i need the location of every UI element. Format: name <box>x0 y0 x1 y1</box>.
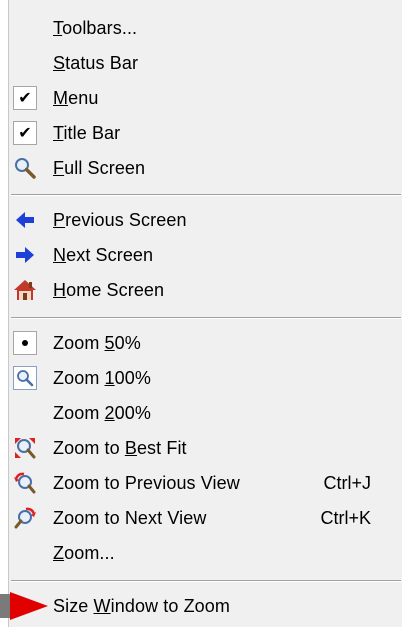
shortcut-label: Ctrl+K <box>320 508 371 528</box>
pointer-arrow-icon <box>0 590 52 622</box>
menu-item-home-screen[interactable]: Home Screen <box>9 274 402 306</box>
menu-item-zoom-previous-view[interactable]: Zoom to Previous View Ctrl+J <box>9 467 402 499</box>
menu-item-label: Home Screen <box>53 280 165 300</box>
menu-item-label: Zoom 200% <box>53 403 151 423</box>
view-menu: Toolbars... Status Bar ✔ Menu ✔ Title Ba… <box>8 0 402 627</box>
best-fit-icon <box>13 436 37 460</box>
checkmark-icon: ✔ <box>13 121 37 145</box>
menu-item-label: Full Screen <box>53 158 146 178</box>
menu-separator <box>11 317 401 319</box>
zoom-previous-view-icon <box>13 471 37 495</box>
menu-item-label: Zoom... <box>53 543 115 563</box>
menu-item-label: Title Bar <box>53 123 121 143</box>
menu-item-size-window-to-zoom[interactable]: Size Window to Zoom <box>9 590 402 622</box>
menu-item-zoom-next-view[interactable]: Zoom to Next View Ctrl+K <box>9 502 402 534</box>
menu-item-label: Zoom to Next View <box>53 508 207 528</box>
menu-item-label: Previous Screen <box>53 210 187 230</box>
menu-separator <box>11 580 401 582</box>
menu-item-toolbars[interactable]: Toolbars... <box>9 12 402 44</box>
menu-item-label: Zoom to Previous View <box>53 473 240 493</box>
menu-item-label: Zoom 50% <box>53 333 141 353</box>
menu-item-menu[interactable]: ✔ Menu <box>9 82 402 114</box>
menu-item-label: Menu <box>53 88 99 108</box>
menu-separator <box>11 194 401 196</box>
menu-item-label: Next Screen <box>53 245 154 265</box>
menu-item-zoom-dialog[interactable]: Zoom... <box>9 537 402 569</box>
house-icon <box>13 278 37 302</box>
menu-item-label: Zoom to Best Fit <box>53 438 187 458</box>
left-arrow-icon <box>13 208 37 232</box>
zoom-next-view-icon <box>13 506 37 530</box>
menu-item-label: Toolbars... <box>53 18 138 38</box>
shortcut-label: Ctrl+J <box>323 473 371 493</box>
menu-item-zoom-best-fit[interactable]: Zoom to Best Fit <box>9 432 402 464</box>
menu-item-status-bar[interactable]: Status Bar <box>9 47 402 79</box>
menu-item-full-screen[interactable]: Full Screen <box>9 152 402 184</box>
magnifier-icon <box>13 156 37 180</box>
menu-item-zoom-100[interactable]: Zoom 100% <box>9 362 402 394</box>
right-arrow-icon <box>13 243 37 267</box>
menu-item-previous-screen[interactable]: Previous Screen <box>9 204 402 236</box>
menu-item-zoom-200[interactable]: Zoom 200% <box>9 397 402 429</box>
menu-item-label: Zoom 100% <box>53 368 151 388</box>
menu-item-zoom-50[interactable]: Zoom 50% <box>9 327 402 359</box>
radio-bullet-icon <box>13 331 37 355</box>
zoom-magnifier-icon <box>13 366 37 390</box>
menu-item-label: Size Window to Zoom <box>53 596 230 616</box>
menu-item-title-bar[interactable]: ✔ Title Bar <box>9 117 402 149</box>
menu-item-next-screen[interactable]: Next Screen <box>9 239 402 271</box>
menu-item-label: Status Bar <box>53 53 139 73</box>
checkmark-icon: ✔ <box>13 86 37 110</box>
